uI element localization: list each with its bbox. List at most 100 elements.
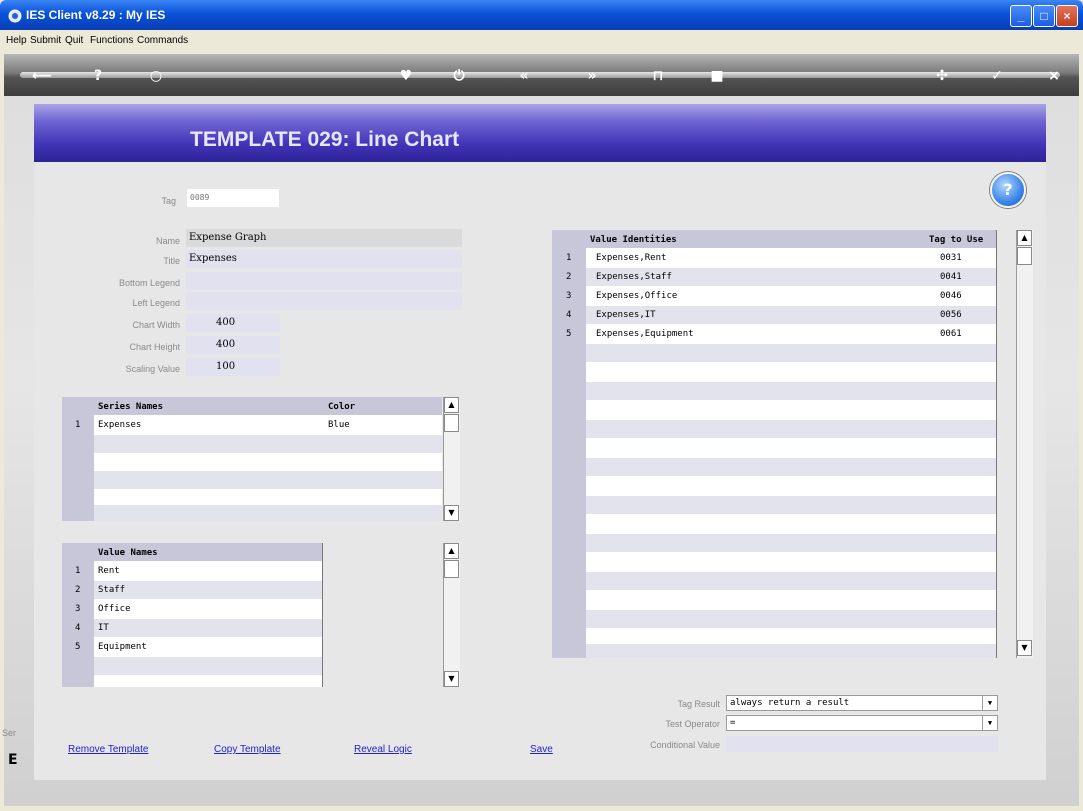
forward-icon[interactable]: » (580, 64, 604, 88)
value-name-cell: Staff (98, 585, 126, 595)
search-icon[interactable]: ○ (144, 64, 168, 88)
test-operator-select[interactable]: = ▼ (726, 715, 998, 731)
color-header: Color (328, 402, 356, 412)
name-field[interactable]: Expense Graph (186, 229, 462, 247)
menu-submit[interactable]: Submit (30, 35, 61, 46)
chevron-down-icon[interactable]: ▼ (982, 696, 997, 710)
grid-border (996, 230, 997, 658)
chevron-down-icon[interactable]: ▼ (982, 716, 997, 730)
minimize-button[interactable]: _ (1010, 5, 1032, 27)
check-icon[interactable]: ✓ (985, 64, 1009, 88)
test-operator-value: = (730, 718, 736, 728)
help-icon[interactable]: ? (86, 64, 110, 88)
stop-icon[interactable]: ■ (705, 64, 729, 88)
value-identities-scrollbar[interactable]: ▲ ▼ (1016, 230, 1033, 658)
tag-cell: 0056 (940, 310, 962, 320)
window-title: IES Client v8.29 : My IES (26, 8, 166, 22)
scaling-value-field[interactable]: 100 (186, 358, 280, 376)
edge-text: Ser (2, 728, 17, 738)
table-row[interactable]: 2 Expenses,Staff 0041 (552, 268, 996, 286)
value-name-cell: Office (98, 604, 131, 614)
test-operator-label: Test Operator (665, 719, 720, 729)
scroll-down-icon[interactable]: ▼ (444, 505, 459, 521)
tag-cell: 0041 (940, 272, 962, 282)
app-window: IES Client v8.29 : My IES _ □ × Help Sub… (0, 0, 1083, 811)
bottom-legend-field[interactable] (186, 272, 462, 290)
scroll-thumb[interactable] (444, 414, 459, 432)
save-link[interactable]: Save (530, 744, 553, 755)
scroll-down-icon[interactable]: ▼ (1017, 640, 1032, 656)
settings-icon[interactable]: ✣ (930, 64, 954, 88)
scroll-down-icon[interactable]: ▼ (444, 671, 459, 687)
menu-bar: Help Submit Quit Functions Commands (4, 30, 1079, 52)
reveal-logic-link[interactable]: Reveal Logic (354, 744, 412, 755)
scroll-up-icon[interactable]: ▲ (444, 543, 459, 559)
series-scrollbar[interactable]: ▲ ▼ (443, 397, 460, 521)
scroll-thumb[interactable] (444, 560, 459, 578)
bottom-legend-label: Bottom Legend (118, 278, 180, 288)
tag-result-select[interactable]: always return a result ▼ (726, 695, 998, 711)
value-name-cell: Equipment (98, 642, 147, 652)
close-window-button[interactable]: × (1056, 5, 1078, 27)
remove-template-link[interactable]: Remove Template (68, 744, 148, 755)
row-number: 4 (566, 310, 572, 320)
chart-width-field[interactable]: 400 (186, 314, 280, 332)
tag-cell: 0061 (940, 329, 962, 339)
left-legend-field[interactable] (186, 292, 462, 310)
menu-functions[interactable]: Functions (90, 35, 133, 46)
rewind-icon[interactable]: « (512, 64, 536, 88)
copy-template-link[interactable]: Copy Template (214, 744, 281, 755)
value-identity-cell: Expenses,IT (596, 310, 656, 320)
list-item[interactable]: 2 Staff (62, 581, 322, 599)
conditional-value-label: Conditional Value (650, 740, 720, 750)
table-row[interactable]: 1 Expenses Blue (62, 416, 442, 434)
series-names-header: Series Names (98, 402, 164, 412)
heart-icon[interactable]: ♥ (394, 64, 418, 88)
value-identities-grid: Value Identities Tag to Use 1 Expenses,R… (552, 230, 996, 658)
row-number: 4 (75, 623, 81, 633)
back-icon[interactable]: ⟵ (30, 64, 54, 88)
power-icon[interactable]: ⏻ (447, 64, 471, 88)
table-row[interactable]: 3 Expenses,Office 0046 (552, 287, 996, 305)
scroll-thumb[interactable] (1017, 247, 1032, 265)
value-identities-header: Value Identities (590, 235, 677, 245)
menu-help[interactable]: Help (6, 35, 27, 46)
tag-cell: 0046 (940, 291, 962, 301)
value-identity-cell: Expenses,Office (596, 291, 678, 301)
scroll-up-icon[interactable]: ▲ (444, 397, 459, 413)
value-name-cell: Rent (98, 566, 120, 576)
close-icon[interactable]: × (1042, 64, 1066, 88)
value-names-grid: Value Names 1 Rent 2 Staff 3 Office 4 IT… (62, 543, 322, 687)
value-identity-cell: Expenses,Staff (596, 272, 672, 282)
tag-result-label: Tag Result (677, 699, 720, 709)
list-item[interactable]: 5 Equipment (62, 638, 322, 656)
row-number: 5 (566, 329, 572, 339)
title-bar[interactable]: IES Client v8.29 : My IES _ □ × (0, 0, 1083, 30)
table-row[interactable]: 5 Expenses,Equipment 0061 (552, 325, 996, 343)
menu-commands[interactable]: Commands (137, 35, 188, 46)
title-field[interactable]: Expenses (186, 250, 462, 268)
menu-quit[interactable]: Quit (65, 35, 83, 46)
tag-field[interactable]: 0089 (187, 189, 279, 207)
series-name-cell: Expenses (98, 420, 142, 430)
scroll-up-icon[interactable]: ▲ (1017, 230, 1032, 246)
help-button[interactable]: ? (990, 172, 1026, 208)
table-row[interactable]: 4 Expenses,IT 0056 (552, 306, 996, 324)
value-identity-cell: Expenses,Equipment (596, 329, 694, 339)
value-names-scrollbar[interactable]: ▲ ▼ (443, 543, 460, 687)
title-label: Title (163, 256, 180, 266)
value-name-cell: IT (98, 623, 109, 633)
list-item[interactable]: 3 Office (62, 600, 322, 618)
split-icon[interactable]: ⊓ (646, 64, 670, 88)
scaling-value-label: Scaling Value (125, 364, 180, 374)
list-item[interactable]: 1 Rent (62, 562, 322, 580)
row-number: 2 (75, 585, 81, 595)
tag-label: Tag (161, 196, 176, 206)
chart-height-field[interactable]: 400 (186, 336, 280, 354)
tag-cell: 0031 (940, 253, 962, 263)
row-number: 3 (75, 604, 81, 614)
table-row[interactable]: 1 Expenses,Rent 0031 (552, 249, 996, 267)
list-item[interactable]: 4 IT (62, 619, 322, 637)
conditional-value-field[interactable] (726, 736, 998, 752)
maximize-button[interactable]: □ (1033, 5, 1055, 27)
